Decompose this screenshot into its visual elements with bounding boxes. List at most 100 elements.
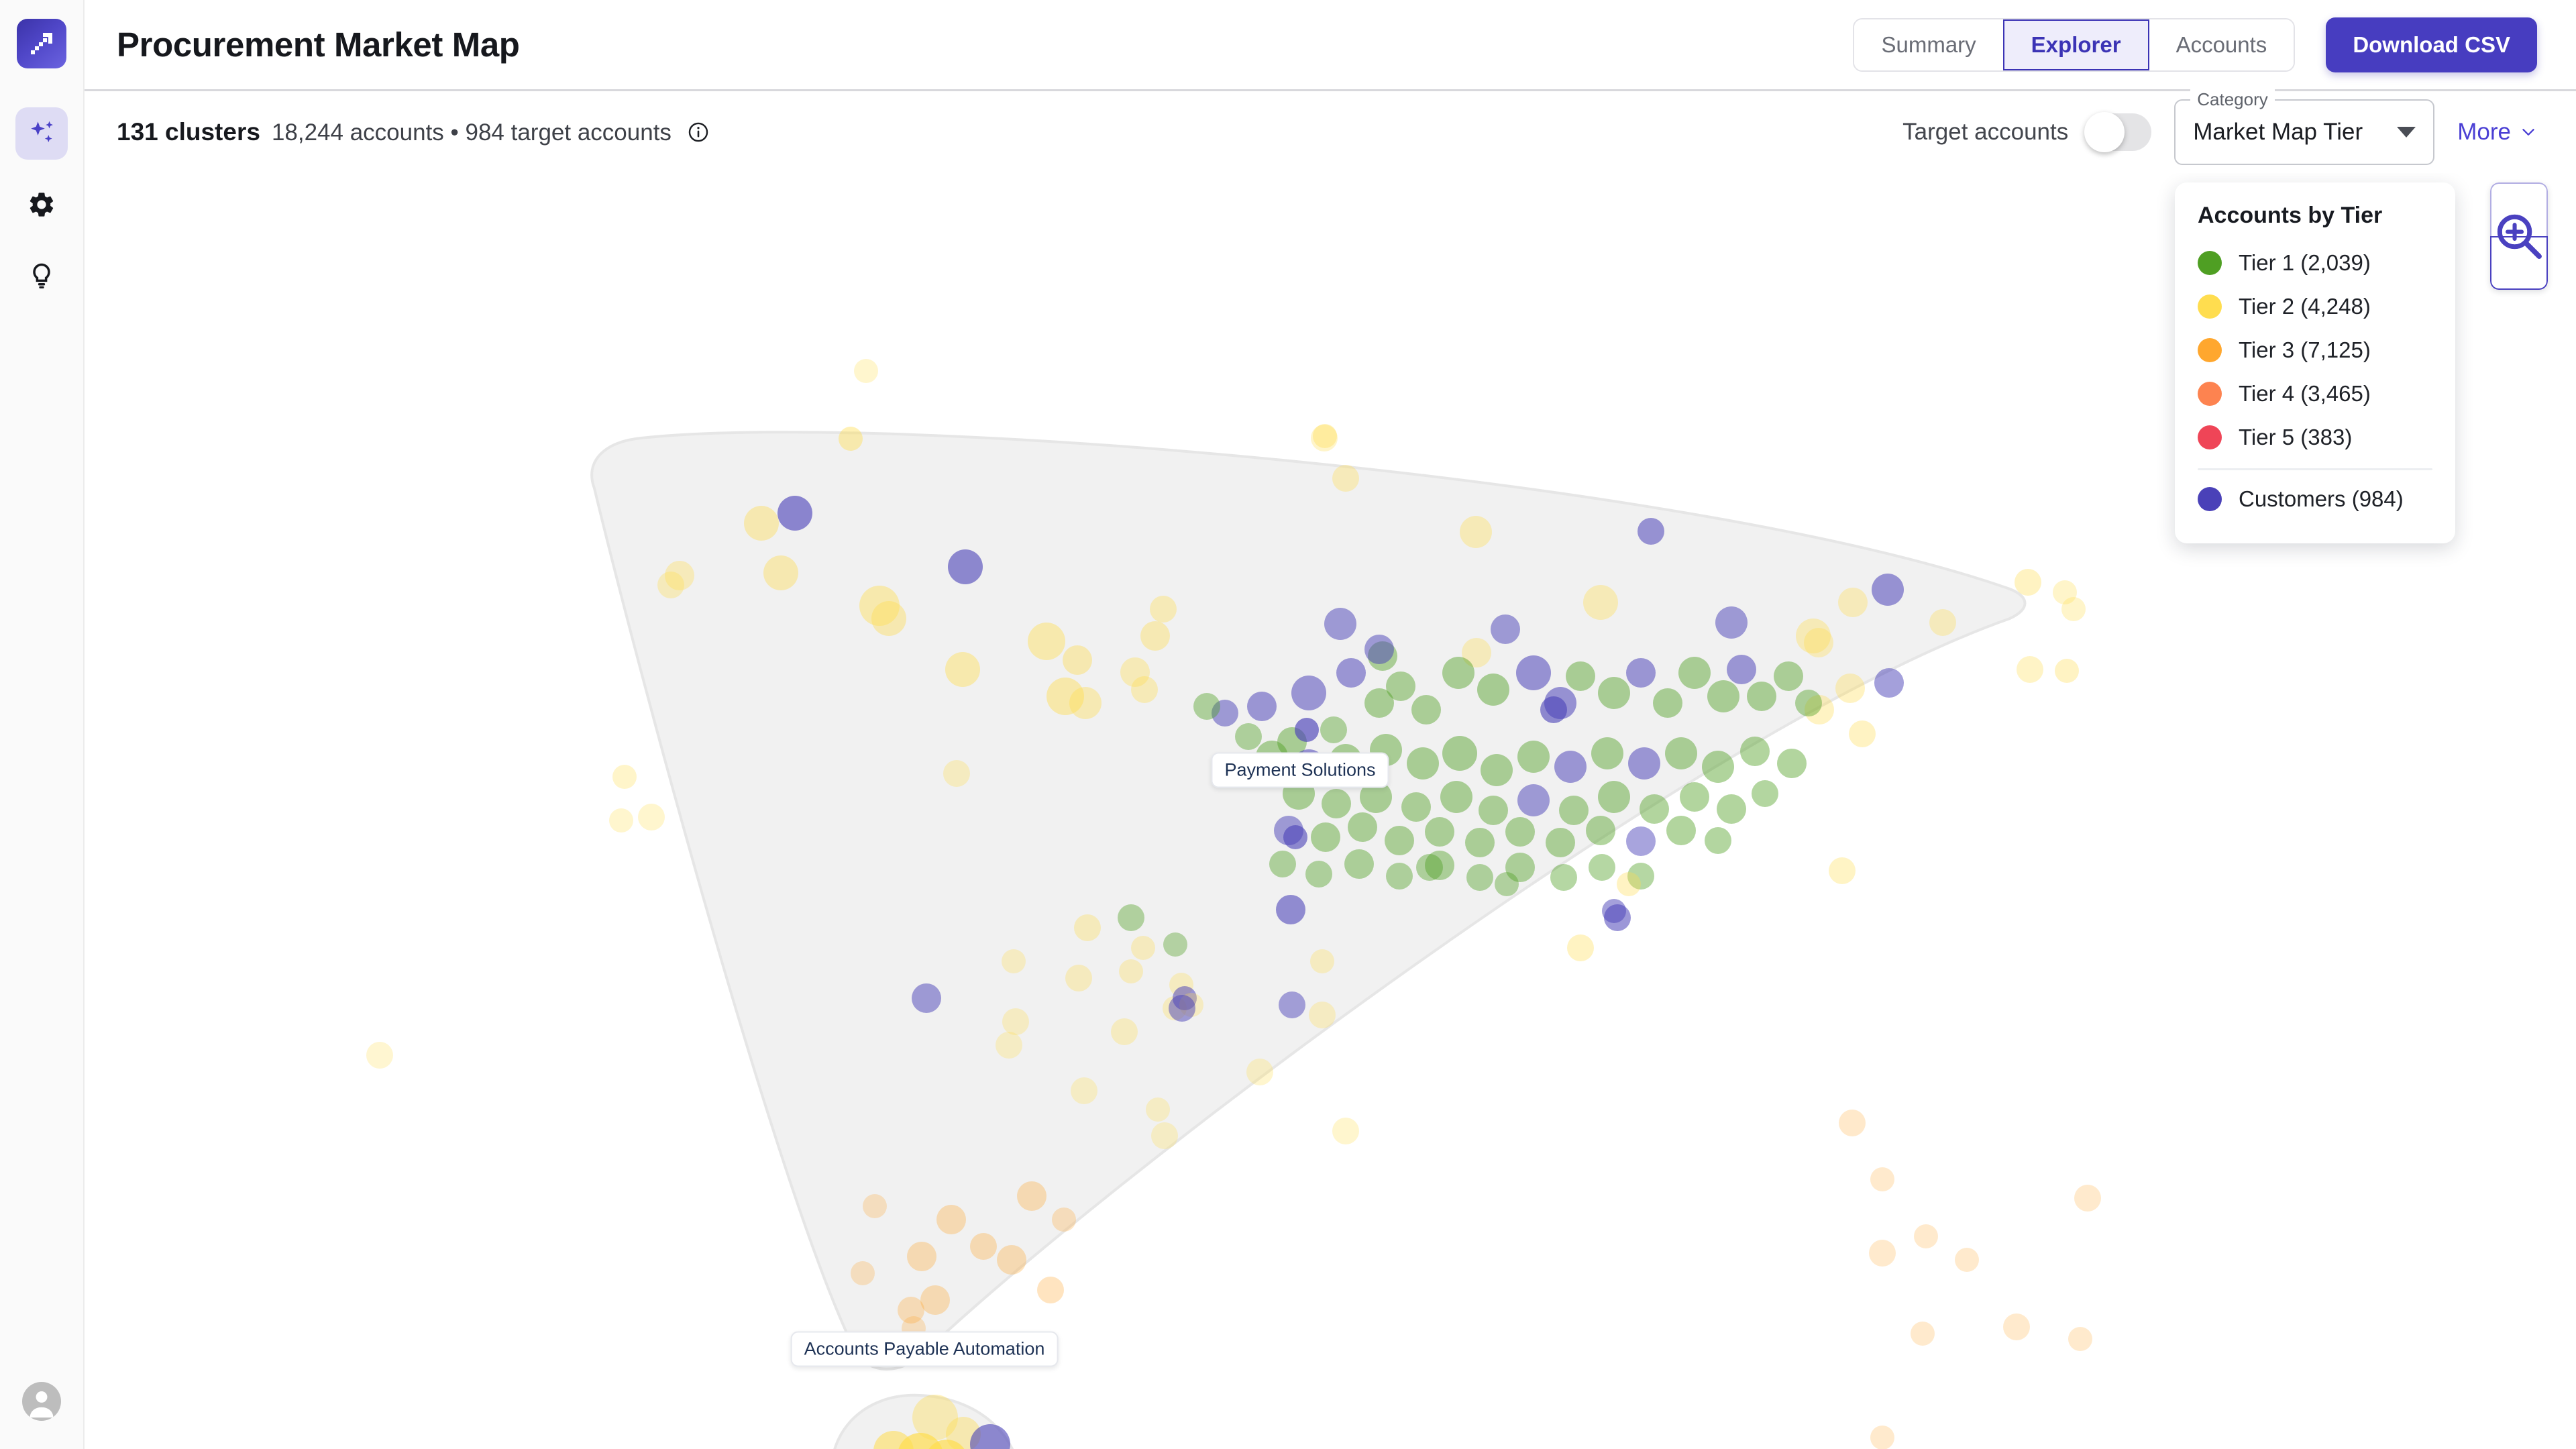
account-point[interactable] [1311,822,1340,852]
account-point[interactable] [1638,518,1664,545]
account-point[interactable] [1491,614,1520,644]
account-point[interactable] [777,496,812,531]
account-point[interactable] [1002,1008,1029,1035]
account-point[interactable] [1131,676,1158,703]
account-point[interactable] [945,652,980,687]
account-point[interactable] [1386,672,1415,701]
account-point[interactable] [851,1261,875,1285]
account-point[interactable] [907,1242,936,1271]
account-point[interactable] [1602,899,1626,923]
account-point[interactable] [1628,747,1660,780]
account-point[interactable] [2074,1185,2101,1212]
account-point[interactable] [1872,574,1904,606]
account-point[interactable] [1247,692,1277,721]
account-point[interactable] [1442,736,1477,771]
account-point[interactable] [1617,872,1641,896]
account-point[interactable] [1052,1208,1076,1232]
account-point[interactable] [1344,849,1374,879]
account-point[interactable] [1440,781,1472,813]
download-csv-button[interactable]: Download CSV [2326,17,2537,72]
target-accounts-switch[interactable] [2084,112,2152,152]
account-point[interactable] [1838,588,1868,617]
account-point[interactable] [1295,718,1319,742]
legend-row-tier-2[interactable]: Tier 2 (4,248) [2198,284,2432,328]
more-menu-button[interactable]: More [2457,119,2537,146]
account-point[interactable] [1411,695,1441,724]
account-point[interactable] [1665,737,1697,769]
account-point[interactable] [1146,1097,1170,1122]
account-point[interactable] [638,804,665,830]
account-point[interactable] [1071,1077,1097,1104]
account-point[interactable] [1740,737,1770,766]
account-point[interactable] [1311,425,1338,451]
account-point[interactable] [1479,796,1508,825]
account-point[interactable] [1291,676,1326,710]
sidebar-item-settings[interactable] [15,178,68,231]
account-point[interactable] [1385,826,1414,855]
account-point[interactable] [1065,965,1092,991]
account-point[interactable] [366,1042,393,1069]
account-point[interactable] [1324,608,1356,640]
account-point[interactable] [1517,784,1550,816]
account-point[interactable] [1481,754,1513,786]
account-point[interactable] [763,555,798,590]
account-point[interactable] [2068,1327,2092,1351]
legend-row-tier-5[interactable]: Tier 5 (383) [2198,415,2432,459]
account-point[interactable] [970,1233,997,1260]
account-point[interactable] [1283,825,1307,849]
account-point[interactable] [1591,737,1623,769]
account-point[interactable] [1235,723,1262,750]
account-point[interactable] [1151,1122,1178,1149]
cluster-label[interactable]: Payment Solutions [1211,752,1389,788]
account-point[interactable] [1829,857,1856,884]
account-point[interactable] [1063,645,1092,675]
account-point[interactable] [1119,959,1143,983]
legend-row-tier-4[interactable]: Tier 4 (3,465) [2198,372,2432,415]
account-point[interactable] [1911,1322,1935,1346]
account-point[interactable] [1505,817,1535,847]
account-point[interactable] [1707,680,1739,712]
account-point[interactable] [1516,655,1551,690]
account-point[interactable] [1074,914,1101,941]
sidebar-item-ideas[interactable] [15,250,68,302]
tab-summary[interactable]: Summary [1854,19,2003,70]
cluster-label[interactable]: Accounts Payable Automation [790,1331,1059,1367]
account-point[interactable] [1037,1277,1064,1303]
account-point[interactable] [1566,661,1595,691]
account-point[interactable] [1752,780,1778,807]
account-point[interactable] [1276,895,1305,924]
account-point[interactable] [1163,932,1187,957]
account-point[interactable] [943,760,970,787]
account-point[interactable] [1715,606,1748,639]
app-logo[interactable] [17,19,66,68]
account-point[interactable] [1666,816,1696,845]
account-point[interactable] [657,572,684,598]
account-point[interactable] [1069,687,1102,719]
legend-row-tier-3[interactable]: Tier 3 (7,125) [2198,328,2432,372]
account-point[interactable] [1554,751,1587,783]
account-point[interactable] [1849,720,1876,747]
account-point[interactable] [1559,796,1589,825]
account-point[interactable] [1140,621,1170,651]
legend-row-customers[interactable]: Customers (984) [2198,477,2432,521]
account-point[interactable] [996,1032,1022,1059]
account-point[interactable] [1193,693,1220,720]
account-point[interactable] [1246,1059,1273,1085]
account-point[interactable] [1407,747,1439,780]
account-point[interactable] [1348,812,1377,842]
account-point[interactable] [1401,792,1431,822]
account-point[interactable] [2003,1313,2030,1340]
info-circle-icon[interactable] [687,121,710,144]
account-point[interactable] [1540,696,1567,723]
account-point[interactable] [1702,751,1734,783]
account-point[interactable] [1874,668,1904,698]
account-point[interactable] [1914,1224,1938,1248]
account-point[interactable] [2015,569,2041,596]
account-point[interactable] [1332,1118,1359,1144]
zoom-out-button[interactable] [2490,214,2548,290]
tab-accounts[interactable]: Accounts [2149,19,2294,70]
account-point[interactable] [1598,677,1630,709]
account-point[interactable] [2061,597,2086,621]
account-point[interactable] [1678,657,1711,689]
account-point[interactable] [1717,794,1746,824]
